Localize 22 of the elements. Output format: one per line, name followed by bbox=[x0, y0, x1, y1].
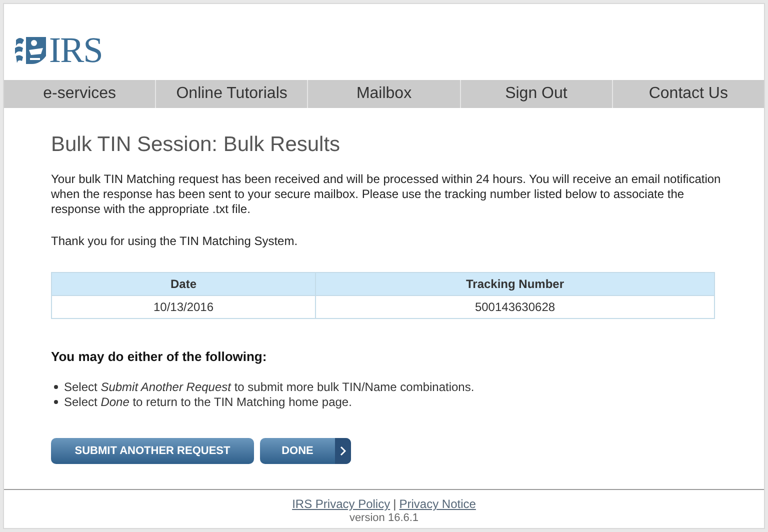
submit-another-request-button[interactable]: SUBMIT ANOTHER REQUEST bbox=[51, 438, 254, 464]
privacy-policy-link[interactable]: IRS Privacy Policy bbox=[292, 497, 390, 511]
privacy-notice-link[interactable]: Privacy Notice bbox=[399, 497, 476, 511]
table-cell: 500143630628 bbox=[316, 296, 714, 319]
page-title: Bulk TIN Session: Bulk Results bbox=[51, 132, 342, 158]
column-header: Date bbox=[52, 272, 316, 296]
chevron-right-icon bbox=[340, 446, 346, 456]
version-text: version 16.6.1 bbox=[349, 511, 419, 525]
thank-you-text: Thank you for using the TIN Matching System. bbox=[51, 233, 299, 250]
bullet-icon bbox=[54, 400, 58, 404]
confirmation-text: Your bulk TIN Matching request has been received and will be processed within 24 hours. You will receive an email notification when the response has been sent to your secure mailbox. Please use the tracking number listed below to associate the response with the appropriate .txt file. bbox=[51, 172, 721, 218]
options-heading: You may do either of the following: bbox=[51, 348, 268, 366]
option-text: Select Done to return to the TIN Matching home page. bbox=[64, 394, 352, 410]
link-separator: | bbox=[393, 497, 396, 511]
bullet-icon bbox=[54, 385, 58, 390]
done-button[interactable]: DONE bbox=[260, 438, 351, 464]
irs-logo[interactable]: IRS bbox=[49, 32, 102, 68]
table-cell: 10/13/2016 bbox=[52, 296, 316, 319]
nav-tab[interactable]: Online Tutorials bbox=[155, 80, 308, 108]
column-header: Tracking Number bbox=[316, 272, 714, 296]
option-text: Select Submit Another Request to submit more bulk TIN/Name combinations. bbox=[64, 380, 474, 395]
eagle-emblem-icon bbox=[14, 34, 48, 66]
